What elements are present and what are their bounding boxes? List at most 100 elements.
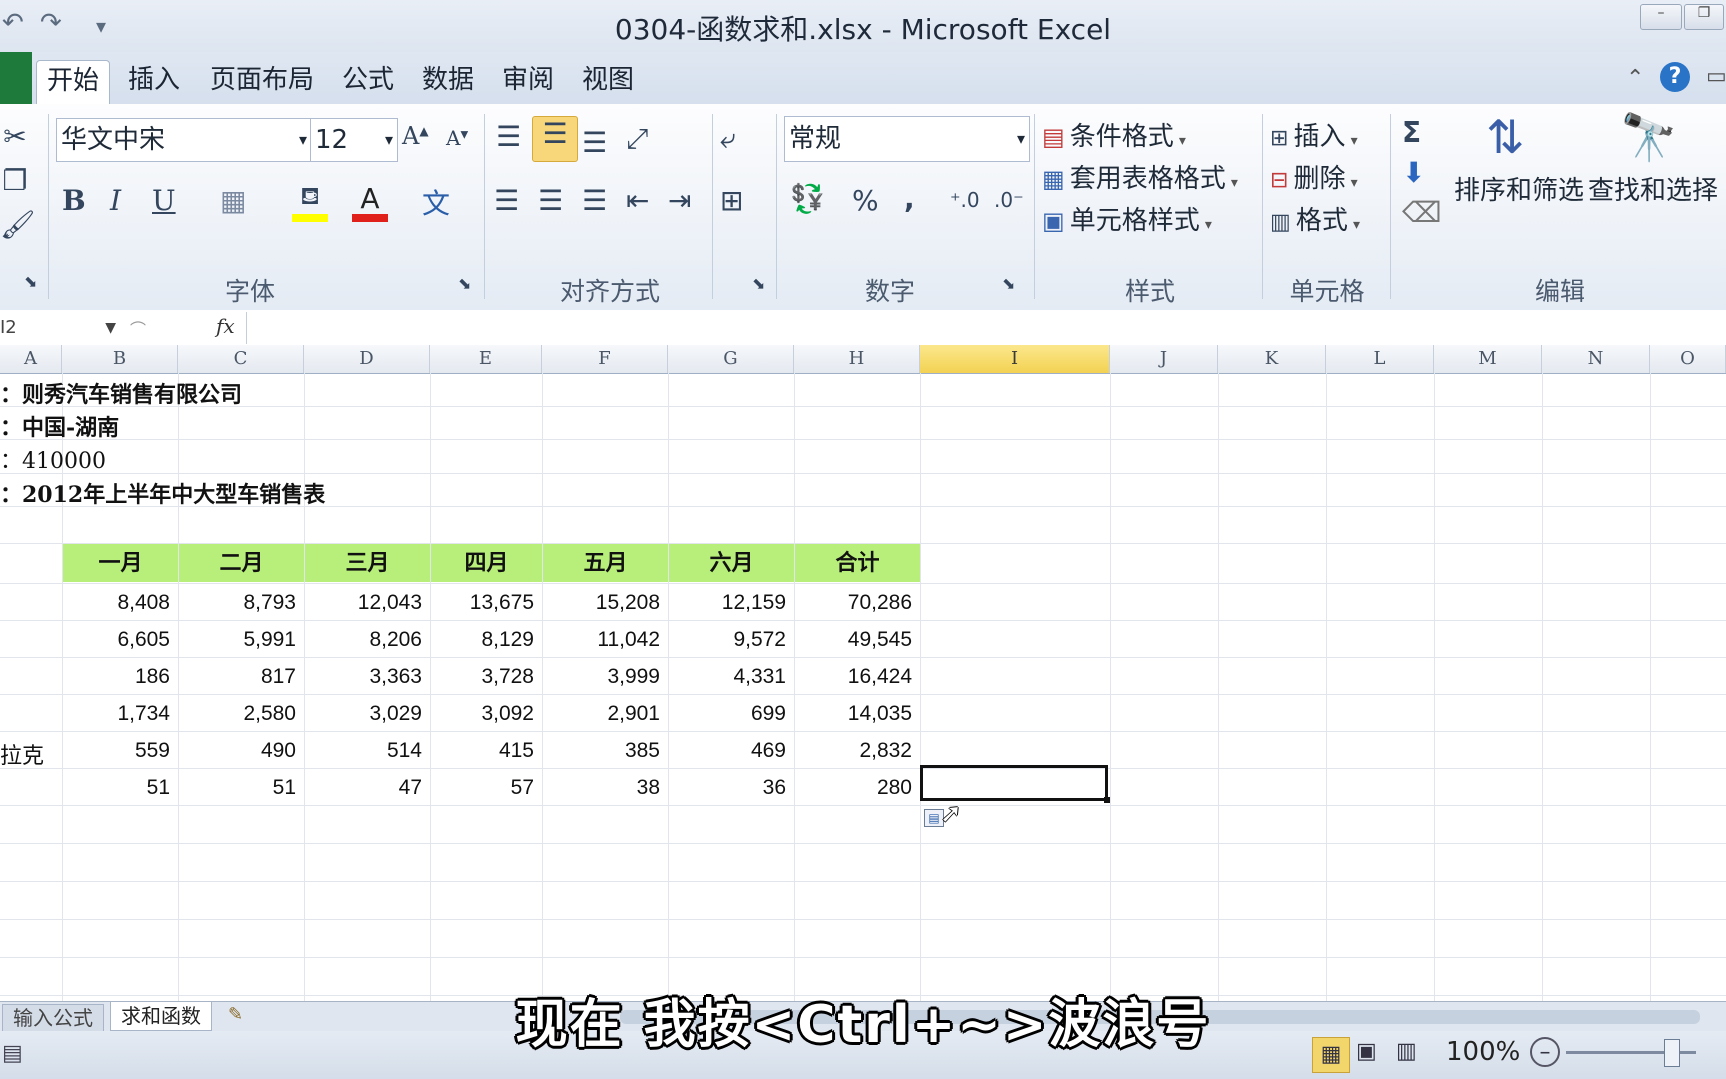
table-cell[interactable]: 2,580: [179, 702, 304, 726]
align-center-icon[interactable]: ☰: [538, 184, 563, 217]
collapse-ribbon-icon[interactable]: ⌃: [1626, 66, 1644, 91]
decrease-indent-icon[interactable]: ⇤: [626, 184, 649, 217]
align-top-icon[interactable]: ☰: [496, 120, 521, 153]
decrease-decimal-icon[interactable]: .0⁻: [994, 188, 1024, 212]
table-cell[interactable]: 2,832: [795, 739, 920, 763]
grow-font-icon[interactable]: A▲: [402, 122, 429, 150]
clipboard-launcher-icon[interactable]: ⬊: [24, 272, 37, 291]
table-cell[interactable]: 8,408: [63, 591, 178, 615]
table-cell[interactable]: 559: [63, 739, 178, 763]
active-cell[interactable]: [920, 765, 1108, 801]
table-cell[interactable]: 15,208: [543, 591, 668, 615]
increase-indent-icon[interactable]: ⇥: [668, 184, 691, 217]
table-cell[interactable]: 70,286: [795, 591, 920, 615]
insert-cells-button[interactable]: ⊞ 插入 ▾: [1270, 116, 1358, 156]
format-cells-button[interactable]: ▥ 格式 ▾: [1270, 200, 1360, 240]
header-cell[interactable]: 三月: [305, 544, 430, 582]
table-cell[interactable]: 49,545: [795, 628, 920, 652]
column-header-o[interactable]: O: [1650, 345, 1726, 373]
table-cell[interactable]: 11,042: [543, 628, 668, 652]
company-name-cell[interactable]: ：则秀汽车销售有限公司: [0, 377, 242, 409]
cell-styles-button[interactable]: ▣ 单元格样式 ▾: [1042, 200, 1212, 240]
percent-button[interactable]: %: [852, 184, 879, 217]
table-cell[interactable]: 415: [431, 739, 542, 763]
fill-color-button[interactable]: ⛾: [290, 182, 330, 222]
align-left-icon[interactable]: ☰: [494, 184, 519, 217]
row-label-cell[interactable]: 拉克: [0, 738, 44, 770]
find-select-icon[interactable]: 🔭: [1620, 110, 1677, 165]
delete-cells-button[interactable]: ⊟ 删除 ▾: [1270, 158, 1358, 198]
column-header-i[interactable]: I: [920, 345, 1110, 373]
tab-page-layout[interactable]: 页面布局: [204, 60, 320, 104]
report-title-cell[interactable]: ：2012年上半年中大型车销售表: [0, 477, 325, 509]
bold-button[interactable]: B: [62, 184, 86, 217]
column-header-g[interactable]: G: [668, 345, 794, 373]
header-cell[interactable]: 合计: [795, 544, 920, 582]
minimize-button[interactable]: –: [1640, 4, 1682, 30]
sort-filter-icon[interactable]: ⇅: [1486, 110, 1525, 164]
shrink-font-icon[interactable]: A▼: [446, 126, 468, 150]
italic-button[interactable]: I: [110, 184, 121, 217]
table-cell[interactable]: 3,092: [431, 702, 542, 726]
header-cell[interactable]: 二月: [179, 544, 304, 582]
table-cell[interactable]: 186: [63, 665, 178, 689]
table-cell[interactable]: 16,424: [795, 665, 920, 689]
tab-data[interactable]: 数据: [416, 60, 480, 104]
align-right-icon[interactable]: ☰: [582, 184, 607, 217]
table-cell[interactable]: 12,043: [305, 591, 430, 615]
format-painter-icon[interactable]: 🖌: [0, 208, 36, 241]
column-header-b[interactable]: B: [62, 345, 178, 373]
wrap-text-icon[interactable]: ⤶: [720, 122, 736, 156]
orientation-icon[interactable]: ⤢: [626, 122, 648, 156]
tab-formulas[interactable]: 公式: [336, 60, 400, 104]
borders-icon[interactable]: ▦: [220, 184, 246, 217]
table-cell[interactable]: 469: [669, 739, 794, 763]
table-cell[interactable]: 12,159: [669, 591, 794, 615]
insert-function-button[interactable]: fx: [216, 314, 235, 338]
number-format-box[interactable]: 常规 ▾: [784, 116, 1030, 162]
cut-icon[interactable]: ✂: [0, 120, 30, 153]
column-header-l[interactable]: L: [1326, 345, 1434, 373]
table-cell[interactable]: 57: [431, 776, 542, 800]
accounting-format-icon[interactable]: 💱: [790, 182, 825, 215]
column-header-a[interactable]: A: [0, 345, 62, 373]
format-as-table-button[interactable]: ▦ 套用表格格式 ▾: [1042, 158, 1238, 198]
merge-center-icon[interactable]: ⊞: [720, 184, 743, 217]
column-header-e[interactable]: E: [430, 345, 542, 373]
table-cell[interactable]: 280: [795, 776, 920, 800]
header-cell[interactable]: 五月: [543, 544, 668, 582]
table-cell[interactable]: 2,901: [543, 702, 668, 726]
table-cell[interactable]: 8,793: [179, 591, 304, 615]
clear-icon[interactable]: ⌫: [1402, 196, 1442, 229]
table-cell[interactable]: 14,035: [795, 702, 920, 726]
sort-filter-label[interactable]: 排序和筛选: [1454, 170, 1584, 207]
fill-handle[interactable]: [1104, 797, 1110, 803]
help-icon[interactable]: ?: [1660, 62, 1690, 92]
number-launcher-icon[interactable]: ⬊: [1002, 274, 1015, 293]
tab-review[interactable]: 审阅: [496, 60, 560, 104]
column-header-c[interactable]: C: [178, 345, 304, 373]
phonetic-guide-icon[interactable]: 文: [422, 182, 450, 222]
increase-decimal-icon[interactable]: ⁺.0: [950, 188, 980, 212]
formula-input[interactable]: [246, 312, 1725, 344]
table-cell[interactable]: 8,129: [431, 628, 542, 652]
table-cell[interactable]: 3,728: [431, 665, 542, 689]
tab-view[interactable]: 视图: [576, 60, 640, 104]
name-box[interactable]: I2 ▼: [0, 314, 118, 342]
table-cell[interactable]: 385: [543, 739, 668, 763]
table-cell[interactable]: 51: [179, 776, 304, 800]
fill-down-icon[interactable]: ⬇: [1402, 156, 1425, 189]
font-name-box[interactable]: 华文中宋 ▾: [56, 118, 312, 162]
table-cell[interactable]: 4,331: [669, 665, 794, 689]
font-launcher-icon[interactable]: ⬊: [458, 274, 471, 293]
table-cell[interactable]: 5,991: [179, 628, 304, 652]
table-cell[interactable]: 36: [669, 776, 794, 800]
cancel-entry-icon[interactable]: ⌒: [130, 316, 146, 340]
table-cell[interactable]: 8,206: [305, 628, 430, 652]
table-cell[interactable]: 490: [179, 739, 304, 763]
find-select-label[interactable]: 查找和选择: [1588, 170, 1718, 207]
region-cell[interactable]: ：中国-湖南: [0, 410, 119, 442]
table-cell[interactable]: 6,605: [63, 628, 178, 652]
font-size-box[interactable]: 12 ▾: [310, 118, 398, 162]
column-header-n[interactable]: N: [1542, 345, 1650, 373]
